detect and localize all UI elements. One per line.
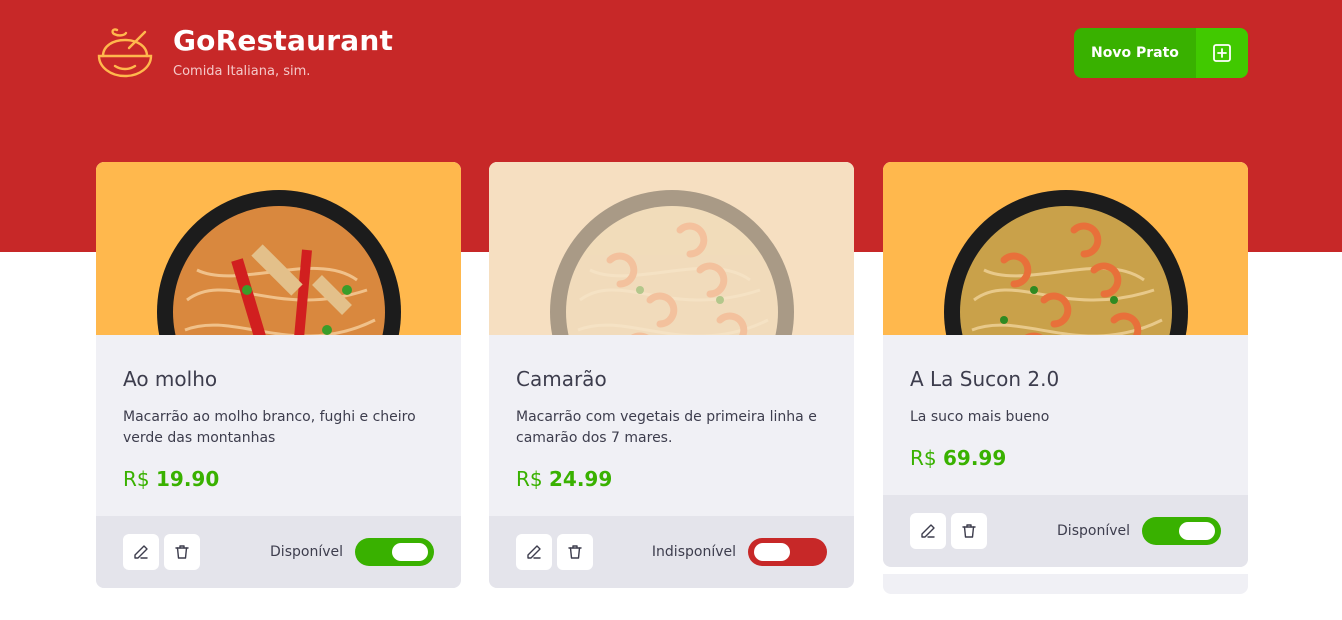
food-price: R$ 69.99	[910, 444, 1221, 472]
price-value: 19.90	[155, 467, 220, 491]
pencil-icon	[527, 545, 541, 559]
food-price: R$ 24.99	[516, 465, 827, 493]
availability-label: Disponível	[1057, 523, 1130, 539]
toggle-knob	[754, 543, 790, 561]
pasta-dish-image	[156, 190, 401, 335]
toggle-knob	[392, 543, 428, 561]
price-value: 24.99	[548, 467, 613, 491]
availability-toggle[interactable]	[355, 538, 434, 566]
card-footer: Disponível	[883, 495, 1248, 567]
card-footer: Disponível	[96, 516, 461, 588]
edit-button[interactable]	[516, 534, 552, 570]
food-name: Camarão	[516, 367, 607, 391]
food-image	[883, 162, 1248, 335]
availability-toggle[interactable]	[748, 538, 827, 566]
shrimp-pasta-image	[549, 190, 794, 335]
edit-button[interactable]	[123, 534, 159, 570]
price-currency: R$	[910, 446, 937, 470]
pencil-icon	[921, 524, 935, 538]
food-name: A La Sucon 2.0	[910, 367, 1060, 391]
new-dish-button[interactable]: Novo Prato	[1074, 28, 1248, 78]
food-description: Macarrão com vegetais de primeira linha …	[516, 409, 817, 446]
delete-button[interactable]	[557, 534, 593, 570]
food-price: R$ 19.90	[123, 465, 434, 493]
edit-button[interactable]	[910, 513, 946, 549]
card-bottom-spacer	[883, 574, 1248, 594]
availability-toggle[interactable]	[1142, 517, 1221, 545]
availability-label: Disponível	[270, 544, 343, 560]
app-title: GoRestaurant	[173, 24, 394, 57]
delete-button[interactable]	[164, 534, 200, 570]
brand: GoRestaurant Comida Italiana, sim.	[95, 22, 393, 82]
app-subtitle: Comida Italiana, sim.	[173, 64, 311, 79]
trash-icon	[175, 545, 189, 559]
trash-icon	[568, 545, 582, 559]
pencil-icon	[134, 545, 148, 559]
food-description: La suco mais bueno	[910, 409, 1050, 425]
plus-square-icon	[1196, 28, 1248, 78]
food-description: Macarrão ao molho branco, fughi e cheiro…	[123, 409, 416, 446]
price-currency: R$	[123, 467, 150, 491]
trash-icon	[962, 524, 976, 538]
shrimp-pasta-image	[943, 190, 1188, 335]
price-value: 69.99	[942, 446, 1007, 470]
card-footer: Indisponível	[489, 516, 854, 588]
bowl-icon	[97, 28, 153, 78]
price-currency: R$	[516, 467, 543, 491]
food-card: Ao molho Macarrão ao molho branco, fughi…	[96, 162, 461, 588]
food-name: Ao molho	[123, 367, 218, 391]
new-dish-label: Novo Prato	[1074, 28, 1196, 78]
toggle-knob	[1179, 522, 1215, 540]
food-card: Camarão Macarrão com vegetais de primeir…	[489, 162, 854, 588]
food-card: A La Sucon 2.0 La suco mais bueno R$ 69.…	[883, 162, 1248, 567]
delete-button[interactable]	[951, 513, 987, 549]
food-image	[96, 162, 461, 335]
food-image	[489, 162, 854, 335]
availability-label: Indisponível	[651, 544, 736, 560]
